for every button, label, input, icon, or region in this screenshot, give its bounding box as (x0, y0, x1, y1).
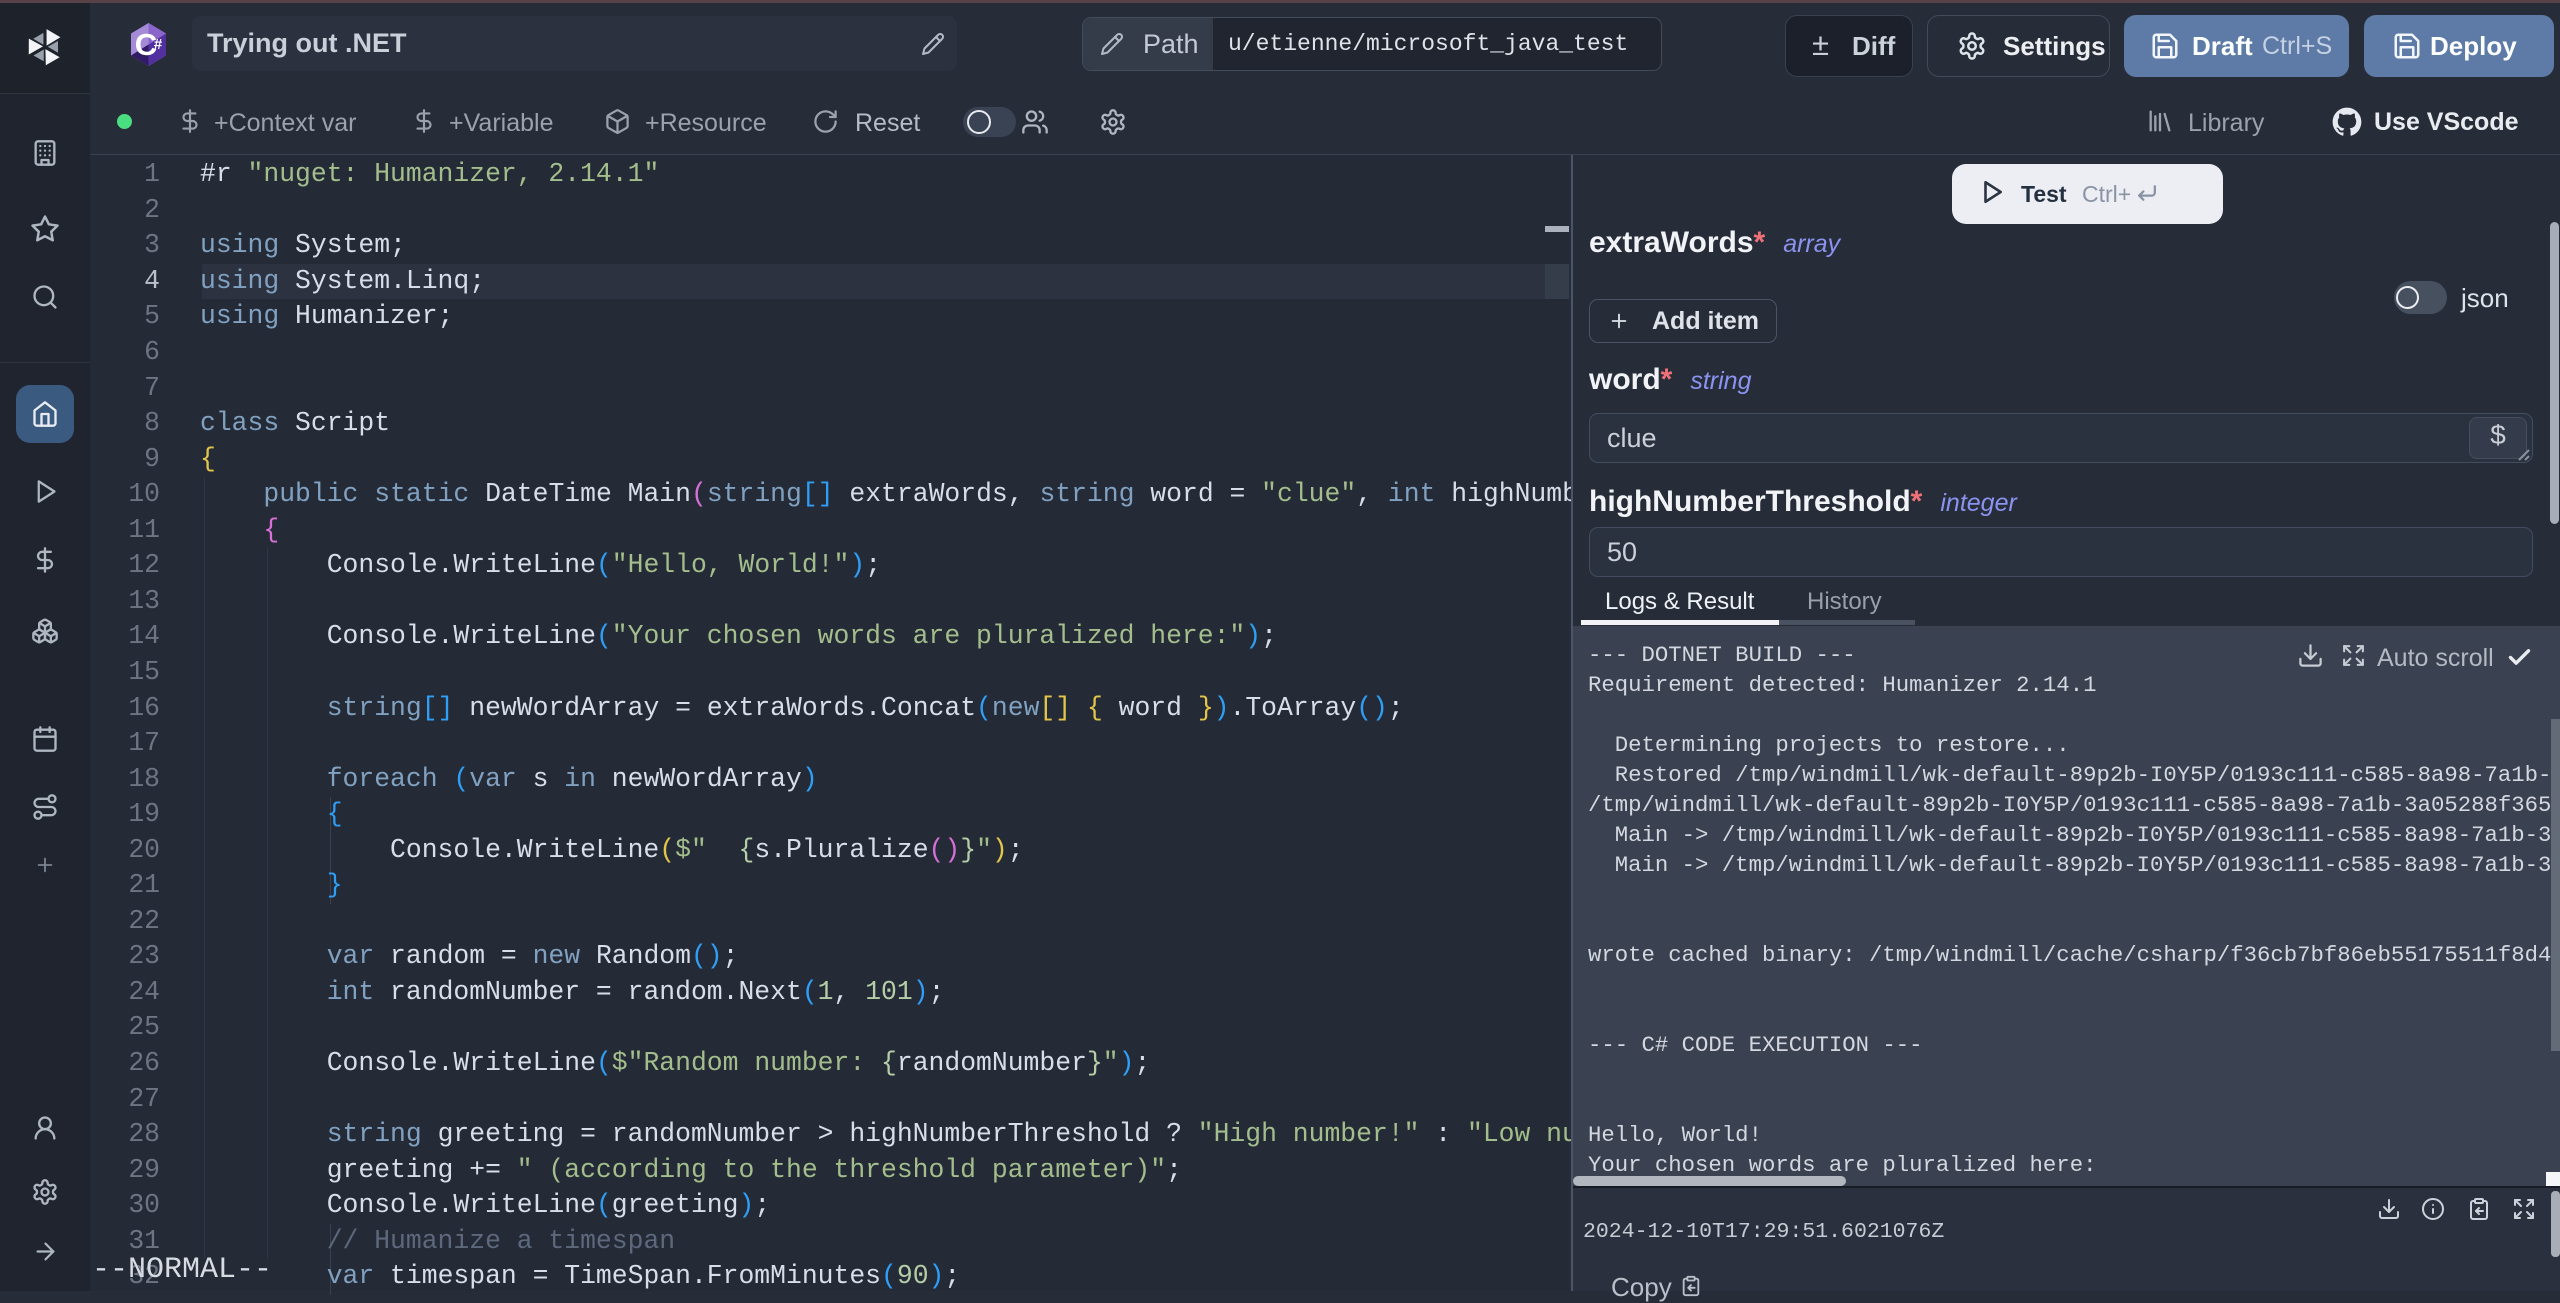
svg-text:#: # (154, 36, 163, 53)
